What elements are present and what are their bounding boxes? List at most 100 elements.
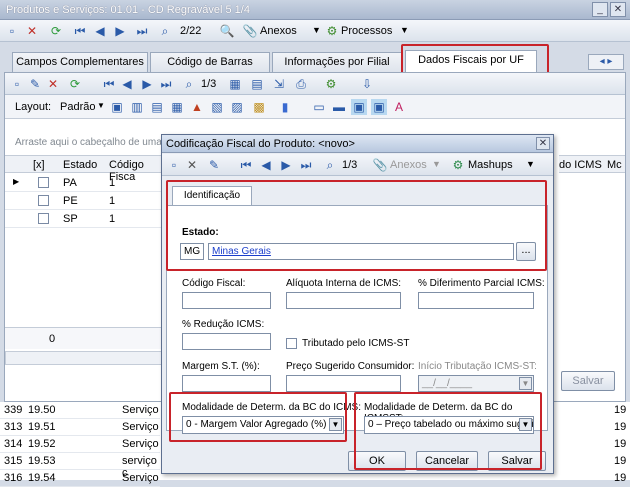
prev-icon[interactable]: ◀ (119, 76, 135, 92)
codigo-fiscal-input[interactable] (182, 292, 271, 309)
first-icon[interactable]: ⏮ (101, 76, 117, 92)
aliquota-input[interactable] (286, 292, 401, 309)
margem-input[interactable] (182, 375, 271, 392)
row-checkbox[interactable] (38, 195, 49, 206)
col-mc[interactable]: Mc (607, 159, 622, 171)
last-icon[interactable]: ⏭ (298, 157, 314, 173)
prev-icon[interactable]: ◀ (92, 23, 108, 39)
dialog-close-icon[interactable]: ✕ (536, 137, 550, 150)
process-icon[interactable]: ⚙ (323, 76, 339, 92)
layout-icon-11[interactable]: ▣ (351, 99, 367, 115)
processos-dropdown-icon[interactable]: ▼ (400, 25, 409, 35)
inicio-value: __/__/____ (422, 378, 473, 389)
filter-icon[interactable]: ▤ (249, 76, 265, 92)
anexos-dropdown-icon[interactable]: ▼ (312, 25, 321, 35)
export-icon[interactable]: ⇲ (271, 76, 287, 92)
layout-select[interactable]: Padrão (60, 101, 95, 113)
layout-icon-5[interactable]: ▲ (189, 99, 205, 115)
table-row[interactable]: ▶ PA 1 (5, 174, 165, 192)
tributado-checkbox[interactable] (286, 338, 297, 349)
layout-icon-6[interactable]: ▧ (209, 99, 225, 115)
cell-code: 19.52 (28, 438, 56, 450)
table-row[interactable]: 316 19.54 Serviço (0, 470, 160, 487)
layout-icon-10[interactable]: ▬ (331, 99, 347, 115)
record-counter: 2/22 (180, 25, 202, 37)
first-icon[interactable]: ⏮ (238, 157, 254, 173)
processos-icon[interactable]: ⚙ (324, 23, 340, 39)
mashups-icon[interactable]: ⚙ (450, 157, 466, 173)
text-icon[interactable]: A (391, 99, 407, 115)
table-row[interactable]: 315 19.53 serviço c (0, 453, 160, 479)
dialog-mashups[interactable]: Mashups (468, 159, 513, 171)
anexos-dropdown-icon[interactable]: ▼ (432, 159, 441, 169)
last-icon[interactable]: ⏭ (134, 23, 150, 39)
layout-icon-9[interactable]: ▭ (311, 99, 327, 115)
tab-campos-complementares[interactable]: Campos Complementares (12, 52, 148, 72)
first-icon[interactable]: ⏮ (72, 23, 88, 39)
refresh-icon[interactable]: ⟳ (48, 23, 64, 39)
next-icon[interactable]: ▶ (112, 23, 128, 39)
next-icon[interactable]: ▶ (139, 76, 155, 92)
mashups-dropdown-icon[interactable]: ▼ (526, 159, 535, 169)
anexos-button[interactable]: Anexos (260, 25, 297, 37)
processos-button[interactable]: Processos (341, 25, 392, 37)
date-dropdown-icon[interactable]: ▼ (519, 377, 532, 390)
attach-icon[interactable]: 📎 (242, 23, 258, 39)
layout-icon-1[interactable]: ▣ (109, 99, 125, 115)
next-icon[interactable]: ▶ (278, 157, 294, 173)
preco-input[interactable] (286, 375, 401, 392)
col-check[interactable]: [x] (33, 159, 45, 171)
edit-icon[interactable]: ✎ (27, 76, 43, 92)
prev-icon[interactable]: ◀ (258, 157, 274, 173)
inicio-date-input[interactable]: __/__/____ ▼ (418, 375, 534, 392)
chart-icon[interactable]: ▮ (277, 99, 293, 115)
zoom-icon[interactable]: 🔍 (219, 23, 235, 39)
row-checkbox[interactable] (38, 213, 49, 224)
row-checkbox[interactable] (38, 177, 49, 188)
table-row[interactable]: 314 19.52 Serviço (0, 436, 160, 453)
table-row[interactable]: SP 1 (5, 210, 165, 228)
new-icon[interactable]: ▫ (4, 23, 20, 39)
salvar-bg-button[interactable]: Salvar (561, 371, 615, 391)
last-icon[interactable]: ⏭ (158, 76, 174, 92)
layout-icon-3[interactable]: ▤ (149, 99, 165, 115)
tab-scroll-icon[interactable]: ◂ ▸ (588, 54, 624, 70)
table-row[interactable]: PE 1 (5, 192, 165, 210)
layout-icon-2[interactable]: ▥ (129, 99, 145, 115)
find-icon[interactable]: ⌕ (322, 157, 338, 173)
layout-dropdown-icon[interactable]: ▼ (97, 101, 105, 110)
diferimento-input[interactable] (418, 292, 534, 309)
edit-icon[interactable]: ✎ (206, 157, 222, 173)
dialog-anexos[interactable]: Anexos (390, 159, 427, 171)
close-icon[interactable]: ✕ (610, 2, 626, 17)
minimize-button[interactable]: _ (592, 2, 608, 17)
grid-icon[interactable]: ▦ (227, 76, 243, 92)
main-toolbar: ▫ ✕ ⟳ ⏮ ◀ ▶ ⏭ ⌕ 2/22 🔍 📎 Anexos ▼ ⚙ Proc… (0, 20, 630, 42)
attach-icon[interactable]: 📎 (372, 157, 388, 173)
layout-icon-12[interactable]: ▣ (371, 99, 387, 115)
table-row[interactable]: 339 19.50 Serviço (0, 402, 160, 419)
grid-header-right: do ICMS Mc (559, 155, 625, 173)
refresh-icon[interactable]: ⟳ (67, 76, 83, 92)
col-estado[interactable]: Estado (63, 159, 97, 171)
delete-icon[interactable]: ✕ (24, 23, 40, 39)
table-row[interactable]: 313 19.51 Serviço (0, 419, 160, 436)
tab-informacoes-filial[interactable]: Informações por Filial (272, 52, 402, 72)
new-icon[interactable]: ▫ (9, 76, 25, 92)
delete-icon[interactable]: ✕ (184, 157, 200, 173)
highlight-modalidade-icmsst (354, 392, 542, 470)
import-icon[interactable]: ⇩ (359, 76, 375, 92)
layout-icon-4[interactable]: ▦ (169, 99, 185, 115)
find-icon[interactable]: ⌕ (181, 76, 197, 92)
reducao-input[interactable] (182, 333, 271, 350)
print-icon[interactable]: ⎙ (293, 76, 309, 92)
new-icon[interactable]: ▫ (166, 157, 182, 173)
layout-icon-8[interactable]: ▩ (251, 99, 267, 115)
find-icon[interactable]: ⌕ (157, 23, 173, 39)
tributado-label: Tributado pelo ICMS-ST (302, 338, 410, 349)
horizontal-scrollbar[interactable] (5, 351, 165, 365)
tab-codigo-barras[interactable]: Código de Barras (150, 52, 270, 72)
col-icms[interactable]: do ICMS (559, 159, 602, 171)
layout-icon-7[interactable]: ▨ (229, 99, 245, 115)
delete-icon[interactable]: ✕ (45, 76, 61, 92)
